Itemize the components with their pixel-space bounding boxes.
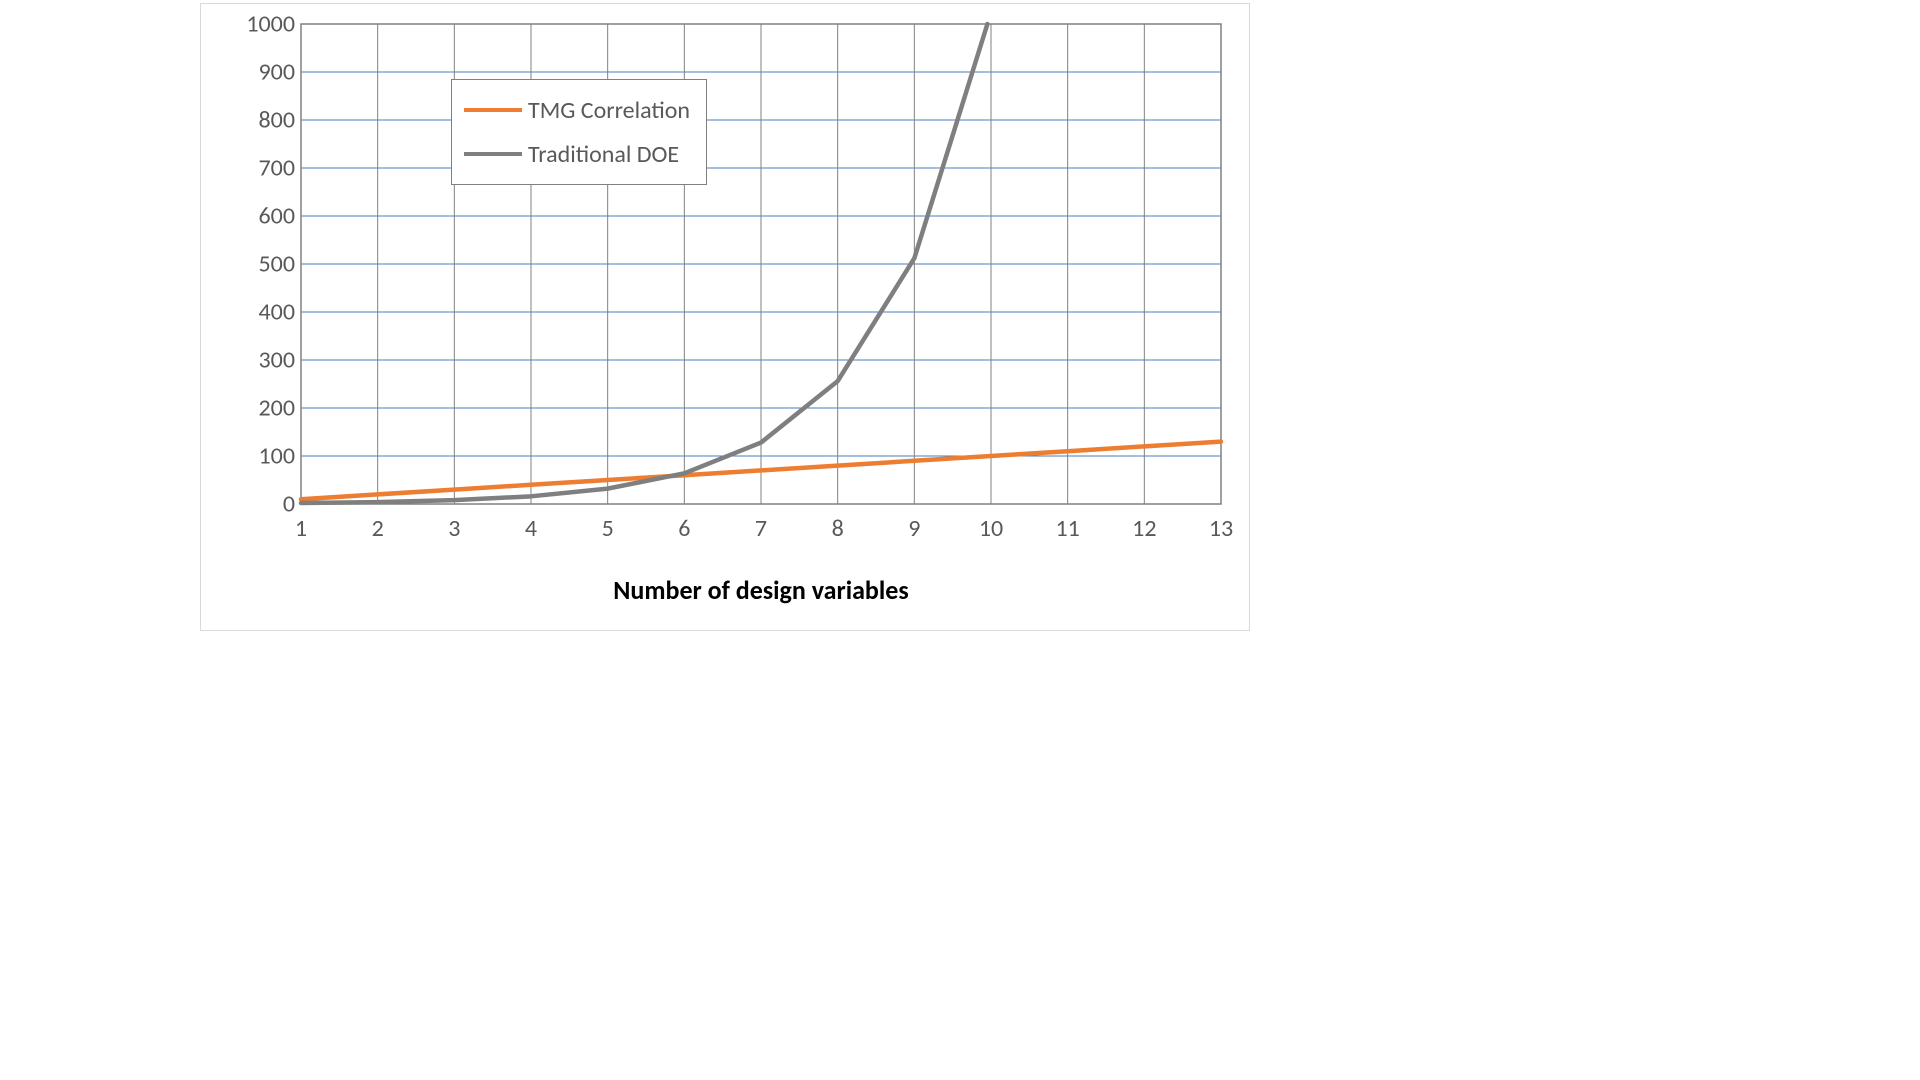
x-tick-label: 4 <box>525 514 537 543</box>
y-tick-label: 800 <box>259 106 296 135</box>
y-tick-label: 700 <box>259 154 296 183</box>
y-tick-label: 400 <box>259 298 296 327</box>
legend-swatch-tmg <box>464 108 522 112</box>
legend-item-doe: Traditional DOE <box>464 132 690 176</box>
x-tick-label: 5 <box>602 514 614 543</box>
plot-area: 0100200300400500600700800900100012345678… <box>301 24 1221 504</box>
y-tick-label: 0 <box>283 490 295 519</box>
x-tick-label: 12 <box>1132 514 1156 543</box>
legend-label-tmg: TMG Correlation <box>528 96 690 125</box>
y-tick-label: 500 <box>259 250 296 279</box>
x-tick-label: 9 <box>908 514 920 543</box>
chart-frame: 0100200300400500600700800900100012345678… <box>200 3 1250 631</box>
x-tick-label: 11 <box>1055 514 1079 543</box>
legend-label-doe: Traditional DOE <box>528 140 679 169</box>
y-tick-label: 1000 <box>246 10 295 39</box>
legend-item-tmg: TMG Correlation <box>464 88 690 132</box>
x-tick-label: 7 <box>755 514 767 543</box>
legend-swatch-doe <box>464 152 522 156</box>
x-tick-label: 3 <box>448 514 460 543</box>
y-tick-label: 600 <box>259 202 296 231</box>
x-tick-label: 6 <box>678 514 690 543</box>
y-tick-label: 900 <box>259 58 296 87</box>
y-tick-label: 100 <box>259 442 296 471</box>
legend: TMG Correlation Traditional DOE <box>451 79 707 185</box>
plot-svg <box>301 24 1221 504</box>
x-tick-label: 13 <box>1209 514 1233 543</box>
x-tick-label: 8 <box>832 514 844 543</box>
x-tick-label: 1 <box>295 514 307 543</box>
y-tick-label: 200 <box>259 394 296 423</box>
x-tick-label: 2 <box>372 514 384 543</box>
x-axis-title: Number of design variables <box>301 574 1221 606</box>
x-tick-label: 10 <box>979 514 1003 543</box>
y-tick-label: 300 <box>259 346 296 375</box>
